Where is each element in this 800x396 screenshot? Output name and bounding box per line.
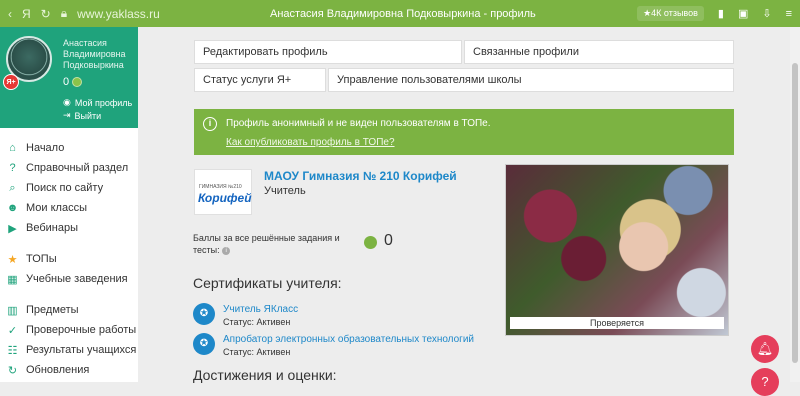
publish-profile-link[interactable]: Как опубликовать профиль в ТОПе? — [226, 137, 395, 148]
menu-item-webinars[interactable]: ▶ Вебинары — [0, 218, 138, 238]
menu-label: ТОПы — [26, 253, 57, 265]
menu-icon[interactable]: ≡ — [786, 8, 792, 20]
bell-icon: 🔔︎ — [756, 341, 774, 356]
menu-item-updates[interactable]: ↻ Обновления — [0, 360, 138, 380]
menu-label: Предметы — [26, 304, 79, 316]
menu-label: Справочный раздел — [26, 162, 129, 174]
browser-bar: ‹ Я ↻ 🔒︎ www.yaklass.ru Анастасия Владим… — [0, 0, 800, 27]
results-icon: ☷ — [7, 344, 18, 357]
certificate-link[interactable]: Учитель ЯКласс — [223, 304, 298, 315]
menu-item-results[interactable]: ☷ Результаты учащихся — [0, 340, 138, 360]
school-icon: ▦ — [7, 273, 18, 286]
score-label: Баллы за все решённые задания и тесты: i — [193, 232, 353, 256]
help-icon: ? — [9, 162, 16, 174]
url-field[interactable]: www.yaklass.ru — [77, 7, 160, 21]
menu-label: Учебные заведения — [26, 273, 128, 285]
achievements-heading: Достижения и оценки: — [193, 367, 337, 383]
menu-label: Начало — [26, 142, 65, 154]
downloads-icon[interactable]: ⇩ — [762, 7, 771, 20]
play-icon: ▶ — [8, 222, 17, 235]
reviews-badge[interactable]: ★4К отзывов — [637, 6, 704, 21]
school-name-link[interactable]: МАОУ Гимназия № 210 Корифей — [264, 169, 457, 183]
profile-name: Анастасия Владимировна Подковыркина — [63, 38, 126, 70]
logout-label: Выйти — [74, 110, 102, 121]
logo-subtitle: ГИМНАЗИЯ №210 — [199, 184, 242, 190]
page-title: Анастасия Владимировна Подковыркина - пр… — [270, 7, 536, 20]
photo-status: Проверяется — [510, 317, 724, 329]
check-icon: ✓ — [7, 324, 18, 337]
score-value: 0 — [384, 232, 393, 249]
main-menu: ⌂ Начало ? Справочный раздел ⌕ Поиск по сай… — [0, 128, 138, 380]
search-icon: ⌕ — [9, 181, 16, 194]
score-label-text: Баллы за все решённые задания и тесты: — [193, 233, 340, 255]
lock-icon: 🔒︎ — [60, 6, 68, 20]
menu-label: Мои классы — [26, 202, 87, 214]
menu-item-home[interactable]: ⌂ Начало — [0, 138, 138, 158]
profile-photo[interactable] — [505, 164, 729, 336]
anonymous-banner: i Профиль анонимный и не виден пользоват… — [194, 109, 734, 155]
yandex-icon[interactable]: Я — [22, 7, 31, 21]
books-icon: ▥ — [7, 304, 18, 317]
help-button[interactable]: ? — [751, 368, 779, 396]
browser-nav: ‹ Я ↻ 🔒︎ www.yaklass.ru — [0, 6, 270, 21]
menu-item-schools[interactable]: ▦ Учебные заведения — [0, 269, 138, 289]
main-content: Редактировать профиль Связанные профили … — [138, 27, 790, 383]
logo-title: Корифей — [198, 191, 252, 205]
bookmark-icon[interactable]: ▮ — [718, 7, 724, 20]
edit-profile-button[interactable]: Редактировать профиль — [194, 40, 462, 64]
menu-label: Поиск по сайту — [26, 182, 104, 194]
certificates-heading: Сертификаты учителя: — [193, 275, 342, 291]
manage-users-button[interactable]: Управление пользователями школы — [328, 68, 734, 92]
coin-icon — [72, 77, 83, 87]
logout-icon: ⇥ — [63, 110, 71, 120]
star-icon: ★ — [7, 253, 18, 266]
my-profile-link[interactable]: ◉ Мой профиль — [63, 97, 132, 108]
service-status-button[interactable]: Статус услуги Я+ — [194, 68, 326, 92]
menu-item-tops[interactable]: ★ ТОПы — [0, 249, 138, 269]
certificate-status: Статус: Активен — [223, 347, 291, 357]
menu-item-subjects[interactable]: ▥ Предметы — [0, 300, 138, 320]
menu-item-search[interactable]: ⌕ Поиск по сайту — [0, 178, 138, 198]
reload-icon[interactable]: ↻ — [41, 7, 51, 21]
page-scrollbar[interactable] — [790, 27, 800, 382]
banner-text: Профиль анонимный и не виден пользовател… — [226, 118, 491, 129]
user-role: Учитель — [264, 185, 306, 197]
scroll-thumb[interactable] — [792, 63, 798, 363]
menu-label: Вебинары — [26, 222, 78, 234]
coin-icon — [364, 236, 377, 249]
sidebar: Я+ Анастасия Владимировна Подковыркина 0… — [0, 27, 138, 382]
menu-item-classes[interactable]: ☻ Мои классы — [0, 198, 138, 218]
browser-actions: ★4К отзывов ▮ ▣ ⇩ ≡ — [637, 6, 792, 21]
info-icon: i — [203, 117, 217, 131]
refresh-icon: ↻ — [7, 364, 18, 377]
menu-label: Проверочные работы — [26, 324, 137, 336]
menu-label: Обновления — [26, 364, 90, 376]
user-icon: ◉ — [63, 97, 71, 107]
certificate-status: Статус: Активен — [223, 317, 291, 327]
menu-gap — [0, 238, 138, 249]
points-value: 0 — [63, 76, 70, 88]
extension-icon[interactable]: ▣ — [738, 7, 748, 20]
notifications-button[interactable]: 🔔︎ — [751, 335, 779, 363]
certificate-icon: ✪ — [193, 333, 215, 355]
home-icon: ⌂ — [9, 142, 16, 154]
menu-item-help[interactable]: ? Справочный раздел — [0, 158, 138, 178]
logout-link[interactable]: ⇥ Выйти — [63, 110, 101, 121]
menu-label: Результаты учащихся — [26, 344, 137, 356]
back-icon[interactable]: ‹ — [8, 7, 12, 21]
linked-profiles-button[interactable]: Связанные профили — [464, 40, 734, 64]
school-logo[interactable]: ГИМНАЗИЯ №210 Корифей — [194, 169, 252, 215]
my-profile-label: Мой профиль — [74, 97, 133, 108]
plus-badge: Я+ — [3, 74, 19, 90]
profile-card: Я+ Анастасия Владимировна Подковыркина 0… — [0, 27, 138, 128]
menu-item-tests[interactable]: ✓ Проверочные работы — [0, 320, 138, 340]
menu-gap — [0, 289, 138, 300]
users-icon: ☻ — [6, 202, 19, 214]
points-counter: 0 — [63, 76, 83, 88]
info-icon[interactable]: i — [222, 246, 231, 255]
certificate-link[interactable]: Апробатор электронных образовательных те… — [223, 334, 474, 345]
certificate-icon: ✪ — [193, 303, 215, 325]
